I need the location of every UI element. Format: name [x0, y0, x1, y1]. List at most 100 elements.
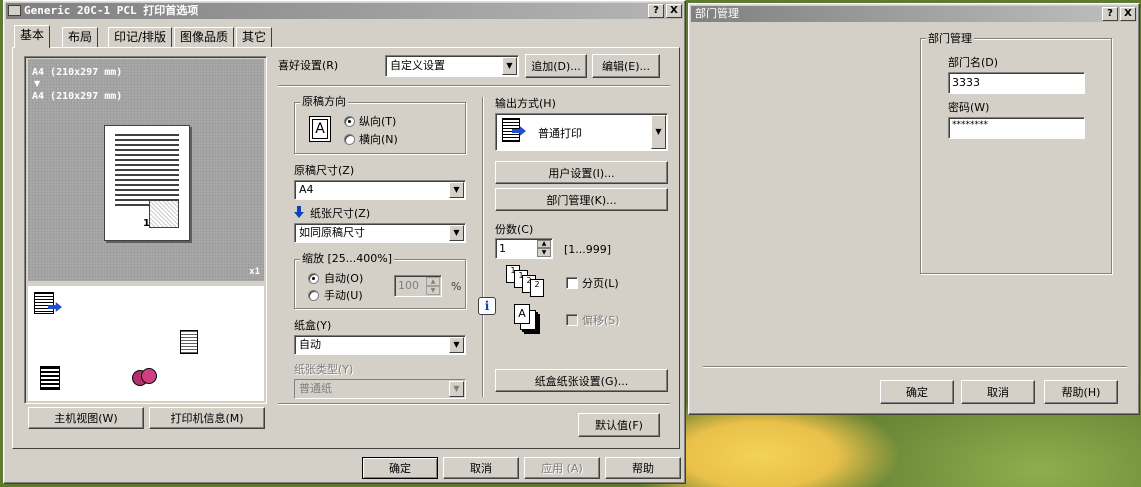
- zoom-unit: %: [451, 280, 462, 293]
- divider: [278, 403, 670, 405]
- offset-icon: A: [514, 304, 540, 334]
- password-input[interactable]: ********: [948, 117, 1085, 139]
- document-icon: [180, 330, 198, 354]
- favorites-label: 喜好设置(R): [278, 59, 339, 72]
- title-bar[interactable]: Generic 20C-1 PCL 打印首选项 ? X: [6, 3, 683, 19]
- zoom-manual-radio[interactable]: [308, 290, 319, 301]
- zoom-group-label: 缩放 [25...400%]: [300, 252, 395, 265]
- divider: [278, 85, 670, 87]
- help-button[interactable]: 帮助: [605, 457, 681, 479]
- page-lines: [115, 134, 179, 208]
- help-title-button[interactable]: ?: [648, 4, 664, 18]
- offset-checkbox[interactable]: [566, 314, 578, 326]
- dialog-ok-button[interactable]: 确定: [880, 380, 954, 404]
- default-button[interactable]: 默认值(F): [578, 413, 660, 437]
- paper-preview-area: A4 (210x297 mm) ▼ A4 (210x297 mm) 1 x1: [28, 59, 264, 281]
- zoom-auto-label[interactable]: 自动(O): [324, 272, 363, 285]
- department-management-dialog: 部门管理 ? X 部门管理 部门名(D) 3333 密码(W) ********…: [688, 3, 1140, 415]
- tab-stamp[interactable]: 印记/排版: [108, 27, 173, 47]
- info-icon[interactable]: i: [478, 297, 496, 315]
- preview-size-line1: A4 (210x297 mm): [32, 67, 123, 78]
- dialog-title-bar[interactable]: 部门管理 ? X: [691, 6, 1137, 22]
- help-title-button[interactable]: ?: [1102, 7, 1118, 21]
- password-value: ********: [952, 120, 988, 130]
- copies-mark: x1: [249, 267, 260, 277]
- dialog-help-button[interactable]: 帮助(H): [1044, 380, 1118, 404]
- edit-favorite-button[interactable]: 编辑(E)...: [592, 54, 660, 78]
- portrait-label[interactable]: 纵向(T): [359, 115, 396, 128]
- dialog-cancel-button[interactable]: 取消: [961, 380, 1035, 404]
- printer-info-button[interactable]: 打印机信息(M): [149, 407, 265, 429]
- dialog-title: 部门管理: [695, 7, 739, 20]
- copies-label: 份数(C): [495, 223, 534, 236]
- paper-size-value: 如同原稿尺寸: [299, 226, 365, 239]
- tab-layout[interactable]: 布局: [62, 27, 99, 47]
- add-favorite-button[interactable]: 追加(D)...: [525, 54, 587, 78]
- collate-checkbox[interactable]: [566, 277, 578, 289]
- chevron-down-icon[interactable]: ▼: [449, 337, 464, 353]
- chevron-down-icon[interactable]: ▼: [651, 115, 666, 149]
- apply-button[interactable]: 应用 (A): [524, 457, 600, 479]
- tray-label: 纸盒(Y): [294, 319, 332, 332]
- copies-value: 1: [499, 242, 506, 255]
- user-settings-button[interactable]: 用户设置(I)...: [495, 161, 668, 184]
- tab-other[interactable]: 其它: [236, 27, 273, 47]
- stepper-up[interactable]: ▲: [426, 277, 440, 286]
- paper-type-label: 纸张类型(Y): [294, 363, 354, 376]
- computer-icon: [34, 292, 66, 318]
- department-name-input[interactable]: 3333: [948, 72, 1085, 94]
- paper-size-combo[interactable]: 如同原稿尺寸 ▼: [294, 223, 466, 243]
- users-icon: [132, 368, 158, 390]
- host-view-area: [28, 286, 264, 401]
- preview-arrow: ▼: [34, 79, 41, 88]
- stepper-down[interactable]: ▼: [537, 248, 551, 257]
- favorites-value: 自定义设置: [390, 59, 445, 72]
- copies-stepper[interactable]: 1 ▲ ▼: [495, 238, 553, 259]
- zoom-manual-label[interactable]: 手动(U): [324, 289, 363, 302]
- favorites-combo[interactable]: 自定义设置 ▼: [385, 55, 519, 77]
- window-title: Generic 20C-1 PCL 打印首选项: [24, 4, 199, 17]
- zoom-auto-radio[interactable]: [308, 273, 319, 284]
- paper-type-combo[interactable]: 普通纸 ▼: [294, 379, 466, 399]
- offset-label: 偏移(S): [582, 314, 620, 327]
- printing-preferences-window: Generic 20C-1 PCL 打印首选项 ? X 基本 布局 印记/排版 …: [3, 0, 686, 484]
- printer-icon: [8, 5, 21, 16]
- tray-combo[interactable]: 自动 ▼: [294, 335, 466, 355]
- stepper-down[interactable]: ▼: [426, 286, 440, 295]
- chevron-down-icon[interactable]: ▼: [449, 225, 464, 241]
- department-group-label: 部门管理: [926, 32, 974, 45]
- collate-label[interactable]: 分页(L): [582, 277, 619, 290]
- paper-size-label: 纸张尺寸(Z): [310, 207, 371, 220]
- tab-basic[interactable]: 基本: [14, 25, 51, 48]
- original-size-label: 原稿尺寸(Z): [294, 164, 355, 177]
- stepper-up[interactable]: ▲: [537, 240, 551, 248]
- collate-icon: 1 1 2 2: [506, 265, 546, 297]
- close-button[interactable]: X: [1120, 7, 1136, 21]
- original-size-combo[interactable]: A4 ▼: [294, 180, 466, 200]
- divider: [703, 366, 1127, 368]
- page-preview: 1: [104, 125, 190, 241]
- password-label: 密码(W): [948, 101, 990, 114]
- chevron-down-icon[interactable]: ▼: [449, 182, 464, 198]
- department-management-button[interactable]: 部门管理(K)...: [495, 188, 668, 211]
- ok-button[interactable]: 确定: [362, 457, 438, 479]
- output-method-label: 输出方式(H): [495, 97, 556, 110]
- orientation-group-label: 原稿方向: [300, 95, 348, 108]
- tab-image-quality[interactable]: 图像品质: [174, 27, 235, 47]
- landscape-radio[interactable]: [344, 134, 355, 145]
- zoom-stepper[interactable]: 100 ▲ ▼: [394, 275, 442, 297]
- copies-range: [1...999]: [564, 243, 612, 256]
- chevron-down-icon[interactable]: ▼: [449, 381, 464, 397]
- host-view-button[interactable]: 主机视图(W): [28, 407, 144, 429]
- paper-type-value: 普通纸: [295, 380, 465, 398]
- output-method-combo[interactable]: 普通打印 ▼: [495, 113, 668, 151]
- close-button[interactable]: X: [666, 4, 682, 18]
- landscape-label[interactable]: 横向(N): [359, 133, 398, 146]
- chevron-down-icon[interactable]: ▼: [502, 57, 517, 75]
- department-name-label: 部门名(D): [948, 56, 999, 69]
- cancel-button[interactable]: 取消: [443, 457, 519, 479]
- zoom-value: 100: [398, 279, 419, 292]
- tray-paper-settings-button[interactable]: 纸盒纸张设置(G)...: [495, 369, 668, 392]
- tray-value: 自动: [299, 338, 321, 351]
- portrait-radio[interactable]: [344, 116, 355, 127]
